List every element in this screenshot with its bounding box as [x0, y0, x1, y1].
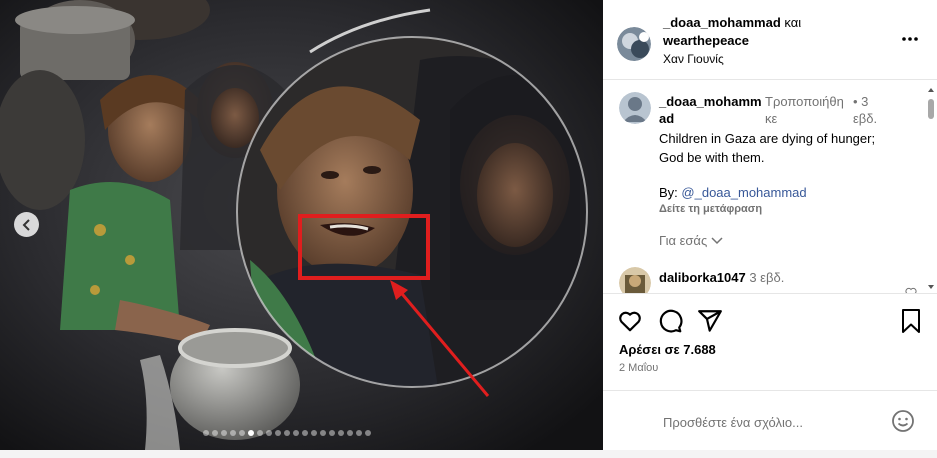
- heart-icon[interactable]: [617, 308, 643, 334]
- caption-timestamp: • 3 εβδ.: [853, 94, 878, 126]
- share-icon[interactable]: [697, 308, 723, 334]
- author-avatar[interactable]: [617, 27, 651, 61]
- carousel-dot: [311, 430, 317, 436]
- likes-count[interactable]: Αρέσει σε 7.688: [619, 342, 716, 357]
- comment-icon[interactable]: [657, 308, 683, 334]
- post-actions: [617, 308, 723, 334]
- carousel-dot: [338, 430, 344, 436]
- bookmark-icon[interactable]: [899, 308, 923, 334]
- carousel-dot: [275, 430, 281, 436]
- post-details-panel: _doaa_mohammad και wearthepeace Χαν Γιου…: [603, 0, 937, 450]
- post-photo: [0, 0, 603, 450]
- carousel-dot: [284, 430, 290, 436]
- emoji-icon[interactable]: [891, 409, 915, 433]
- for-you-label: Για εσάς: [659, 233, 708, 248]
- carousel-dot: [365, 430, 371, 436]
- author-username[interactable]: _doaa_mohammad: [663, 15, 781, 30]
- post-authors: _doaa_mohammad και wearthepeace Χαν Γιου…: [663, 14, 883, 67]
- caption-credit-label: By:: [659, 185, 678, 200]
- comment-timestamp: 3 εβδ.: [749, 270, 785, 285]
- comments-list[interactable]: _doaa_mohamm ad Τροποποιήθη κε • 3 εβδ. Chi…: [603, 81, 937, 294]
- chevron-down-icon: [711, 236, 723, 244]
- more-icon[interactable]: [901, 30, 919, 48]
- see-translation-link[interactable]: Δείτε τη μετάφραση: [659, 202, 899, 217]
- caption-author-avatar[interactable]: [619, 92, 651, 124]
- post-date[interactable]: 2 Μαΐου: [619, 362, 658, 374]
- authors-conjunction: και: [784, 15, 802, 30]
- caption-text: Children in Gaza are dying of hunger; Go…: [659, 131, 876, 165]
- carousel-dot: [356, 430, 362, 436]
- comments-scrollbar-thumb[interactable]: [928, 99, 934, 119]
- caption-credit: By: @_doaa_mohammad: [659, 183, 899, 202]
- commenter-username[interactable]: daliborka1047: [659, 270, 746, 285]
- coauthor-username[interactable]: wearthepeace: [663, 32, 883, 50]
- carousel-dot: [266, 430, 272, 436]
- caption-username[interactable]: _doaa_mohamm ad: [659, 93, 765, 127]
- for-you-toggle[interactable]: Για εσάς: [659, 233, 723, 248]
- post-media[interactable]: [0, 0, 603, 450]
- carousel-dot: [212, 430, 218, 436]
- chevron-left-icon: [22, 218, 30, 231]
- carousel-dot: [347, 430, 353, 436]
- post-header: _doaa_mohammad και wearthepeace Χαν Γιου…: [603, 0, 937, 80]
- comment-like-icon[interactable]: [905, 287, 917, 294]
- carousel-dot: [293, 430, 299, 436]
- scroll-down-icon[interactable]: [927, 283, 935, 291]
- carousel-dot: [248, 430, 254, 436]
- carousel-dot: [239, 430, 245, 436]
- carousel-dot: [203, 430, 209, 436]
- carousel-dot: [257, 430, 263, 436]
- caption-credit-link[interactable]: @_doaa_mohammad: [681, 185, 806, 200]
- comment: daliborka1047 3 εβδ.: [659, 270, 784, 285]
- carousel-dots: [203, 430, 371, 436]
- previous-image-button[interactable]: [14, 212, 39, 237]
- caption: _doaa_mohamm ad Τροποποιήθη κε • 3 εβδ. Chi…: [659, 93, 899, 217]
- caption-edited-label: Τροποποιήθη κε: [765, 94, 844, 126]
- add-comment-input[interactable]: [663, 411, 883, 433]
- add-comment-bar: [603, 390, 937, 450]
- carousel-dot: [221, 430, 227, 436]
- commenter-avatar[interactable]: [619, 267, 651, 293]
- post-location[interactable]: Χαν Γιουνίς: [663, 51, 883, 67]
- carousel-dot: [320, 430, 326, 436]
- scroll-up-icon[interactable]: [927, 86, 935, 94]
- carousel-dot: [302, 430, 308, 436]
- carousel-dot: [230, 430, 236, 436]
- page-bottom-edge: [0, 450, 937, 458]
- carousel-dot: [329, 430, 335, 436]
